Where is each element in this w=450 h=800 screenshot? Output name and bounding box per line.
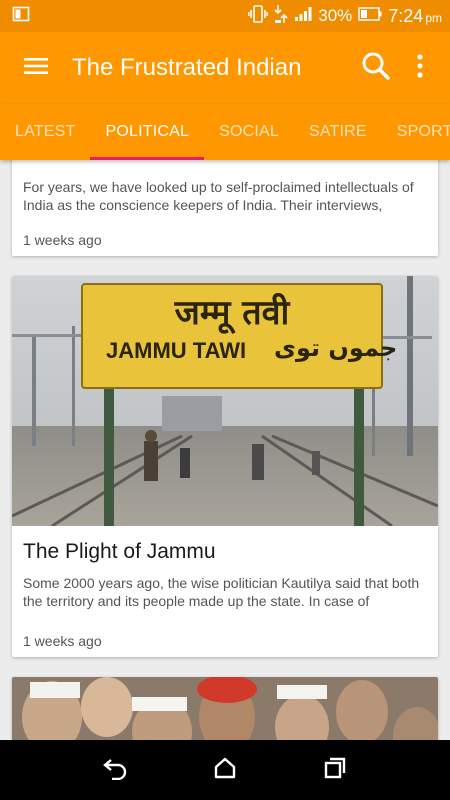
article-title: The Plight of Jammu	[23, 540, 216, 563]
more-options-button[interactable]	[398, 32, 442, 104]
menu-button[interactable]	[0, 32, 72, 104]
article-time: 1 weeks ago	[23, 232, 102, 248]
article-card[interactable]	[12, 677, 438, 740]
category-tabs: LATEST POLITICAL SOCIAL SATIRE SPORTS	[0, 104, 450, 160]
tab-latest[interactable]: LATEST	[0, 104, 90, 160]
sign-text-english: JAMMU TAWI	[106, 338, 247, 363]
article-title	[12, 160, 438, 178]
battery-icon	[358, 6, 382, 26]
back-button[interactable]	[90, 745, 140, 795]
article-excerpt: Some 2000 years ago, the wise politician…	[23, 575, 420, 609]
vibrate-icon	[248, 4, 269, 28]
clock: 7:24 pm	[388, 6, 442, 27]
battery-percent: 30%	[318, 6, 353, 25]
search-button[interactable]	[354, 32, 398, 104]
app-title: The Frustrated Indian	[72, 54, 302, 81]
clock-time: 7:24	[388, 5, 424, 26]
signal-icon	[294, 6, 312, 27]
article-image	[12, 677, 438, 740]
article-card[interactable]: जम्मू तवी JAMMU TAWI جموں توی The Plight…	[12, 276, 438, 657]
clock-ampm: pm	[425, 10, 442, 25]
recents-icon	[324, 757, 346, 784]
article-image: जम्मू तवी JAMMU TAWI جموں توی	[12, 276, 438, 526]
article-time: 1 weeks ago	[23, 633, 102, 649]
sign-text-hindi: जम्मू तवी	[174, 293, 290, 333]
sign-text-urdu: جموں توی	[274, 334, 398, 362]
article-card[interactable]: For years, we have looked up to self-pro…	[12, 160, 438, 256]
menu-icon	[24, 56, 48, 81]
home-icon	[214, 757, 236, 784]
tab-satire[interactable]: SATIRE	[294, 104, 382, 160]
tab-social[interactable]: SOCIAL	[204, 104, 294, 160]
search-icon	[361, 51, 391, 86]
status-bar: 30% 7:24 pm	[0, 0, 450, 32]
article-list[interactable]: For years, we have looked up to self-pro…	[0, 160, 450, 740]
tab-political[interactable]: POLITICAL	[90, 104, 204, 160]
app-bar: The Frustrated Indian	[0, 32, 450, 104]
tab-sports[interactable]: SPORTS	[382, 104, 450, 160]
navigation-bar	[0, 740, 450, 800]
article-excerpt: For years, we have looked up to self-pro…	[23, 179, 414, 213]
screen-mirror-icon	[12, 5, 30, 28]
more-vert-icon	[416, 53, 424, 83]
data-transfer-icon	[274, 4, 288, 29]
back-icon	[102, 756, 128, 785]
recents-button[interactable]	[310, 745, 360, 795]
home-button[interactable]	[200, 745, 250, 795]
